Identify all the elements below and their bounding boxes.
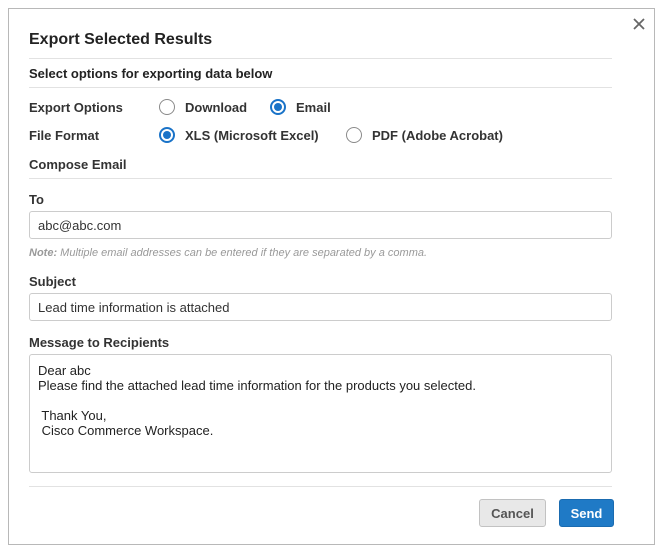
note-prefix: Note:	[29, 247, 58, 259]
radio-pdf[interactable]: PDF (Adobe Acrobat)	[346, 127, 503, 143]
radio-label: Download	[185, 99, 248, 115]
message-line	[38, 393, 603, 408]
message-line: Thank You,	[38, 408, 107, 423]
send-button[interactable]: Send	[559, 499, 614, 527]
dialog-title: Export Selected Results	[29, 31, 213, 48]
note-text: Multiple email addresses can be entered …	[57, 247, 428, 259]
radio-button[interactable]	[159, 127, 175, 143]
message-line: Dear abc	[38, 363, 91, 378]
export-options-label: Export Options	[29, 100, 123, 115]
email-note: Note: Multiple email addresses can be en…	[29, 247, 427, 259]
cancel-button[interactable]: Cancel	[479, 499, 546, 527]
radio-download[interactable]: Download	[159, 99, 247, 115]
dialog-subtitle: Select options for exporting data below	[29, 66, 273, 81]
divider	[29, 58, 612, 59]
radio-button[interactable]	[159, 99, 175, 115]
to-label: To	[29, 192, 44, 207]
compose-email-heading: Compose Email	[29, 157, 127, 172]
subject-label: Subject	[29, 274, 76, 289]
divider	[29, 178, 612, 179]
radio-button[interactable]	[346, 127, 362, 143]
radio-email[interactable]: Email	[270, 99, 331, 115]
message-line: Cisco Commerce Workspace.	[38, 423, 214, 438]
radio-xls[interactable]: XLS (Microsoft Excel)	[159, 127, 319, 143]
radio-label: Email	[296, 99, 331, 115]
message-label: Message to Recipients	[29, 335, 170, 350]
divider	[29, 486, 612, 487]
radio-label: PDF (Adobe Acrobat)	[372, 127, 503, 143]
message-textarea[interactable]: Dear abc Please find the attached lead t…	[29, 354, 612, 473]
message-line: Please find the attached lead time infor…	[38, 378, 476, 393]
close-icon[interactable]	[632, 17, 646, 31]
export-dialog: Export Selected Results Select options f…	[8, 8, 655, 545]
radio-button[interactable]	[270, 99, 286, 115]
to-email-field[interactable]: abc@abc.com	[29, 211, 612, 239]
subject-field[interactable]: Lead time information is attached	[29, 293, 612, 321]
radio-label: XLS (Microsoft Excel)	[185, 127, 319, 143]
file-format-label: File Format	[29, 128, 100, 143]
divider	[29, 87, 612, 88]
